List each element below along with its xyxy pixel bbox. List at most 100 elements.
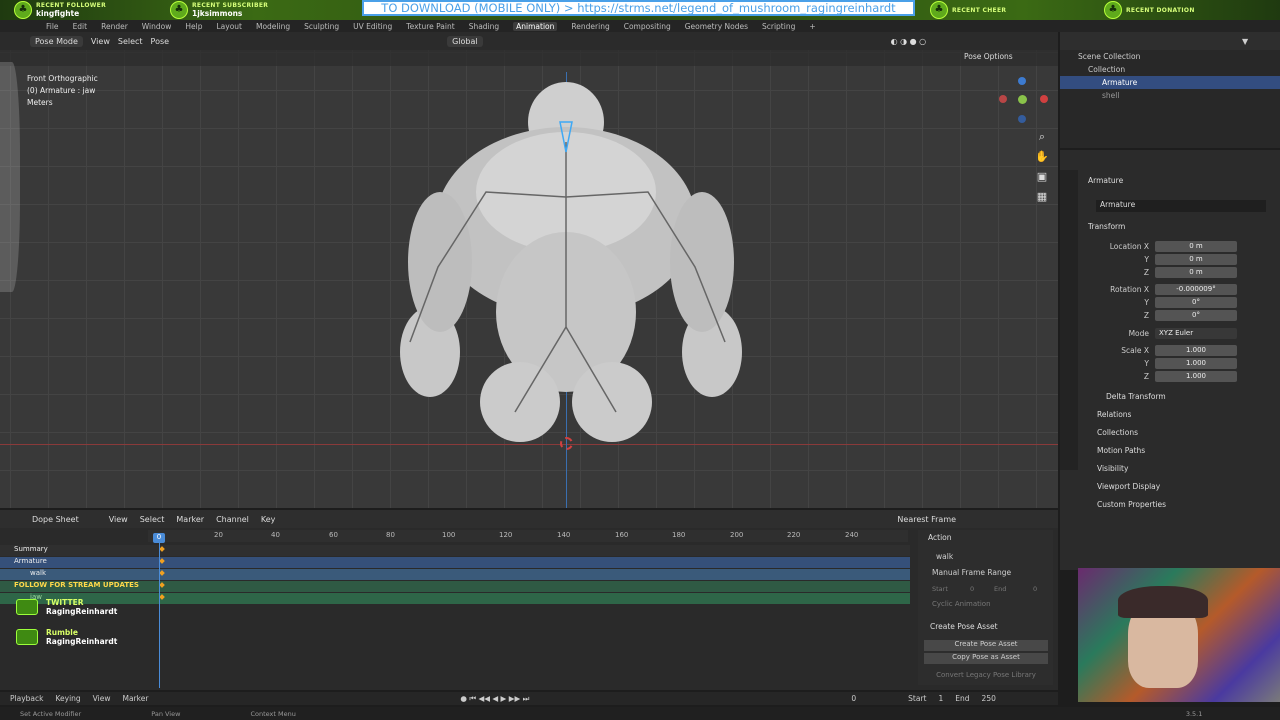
current-frame-field[interactable]: 0 [851, 694, 856, 703]
create-pose-title[interactable]: Create Pose Asset [930, 622, 998, 631]
outliner-item-armature[interactable]: Armature [1060, 76, 1280, 89]
object-name-field[interactable]: Armature [1096, 200, 1266, 212]
pan-hand-icon[interactable]: ✋ [1034, 150, 1050, 166]
create-pose-asset-button[interactable]: Create Pose Asset [924, 640, 1048, 651]
outliner-item-scene-collection[interactable]: Scene Collection [1060, 50, 1280, 63]
menu-key[interactable]: Key [261, 515, 276, 524]
convert-legacy-button[interactable]: Convert Legacy Pose Library [924, 671, 1048, 682]
panel-delta-transform[interactable]: Delta Transform [1106, 392, 1166, 401]
tab-layout[interactable]: Layout [216, 22, 242, 31]
add-workspace-icon[interactable]: + [809, 22, 815, 31]
manual-frame-range-checkbox[interactable]: Manual Frame Range [932, 568, 1011, 577]
cyclic-animation-checkbox[interactable]: Cyclic Animation [932, 600, 991, 608]
social-platform: Rumble [46, 628, 78, 637]
tick: 140 [557, 531, 571, 539]
camera-icon[interactable]: ▣ [1034, 170, 1050, 186]
menu-edit[interactable]: Edit [73, 22, 88, 31]
current-frame-badge[interactable]: 0 [153, 533, 165, 543]
tab-modeling[interactable]: Modeling [256, 22, 290, 31]
3d-cursor[interactable] [560, 437, 573, 450]
rotation-y-field[interactable]: 0° [1155, 296, 1237, 308]
shading-icons[interactable]: ◐ ◑ ● ○ [891, 37, 927, 46]
location-x-field[interactable]: 0 m [1155, 240, 1237, 252]
channel-summary[interactable]: Summary [0, 545, 910, 556]
outliner-item-shell[interactable]: shell [1060, 89, 1280, 102]
social-name: RagingReinhardt [46, 637, 118, 646]
tick: 200 [730, 531, 744, 539]
start-frame-field[interactable]: 1 [939, 694, 944, 703]
menu-window[interactable]: Window [142, 22, 172, 31]
scale-y-field[interactable]: 1.000 [1155, 357, 1237, 369]
menu-channel[interactable]: Channel [216, 515, 249, 524]
location-y-field[interactable]: 0 m [1155, 253, 1237, 265]
menu-render[interactable]: Render [101, 22, 128, 31]
rotation-z-field[interactable]: 0° [1155, 309, 1237, 321]
menu-playback[interactable]: Playback [10, 694, 43, 703]
tab-geometry-nodes[interactable]: Geometry Nodes [685, 22, 748, 31]
panel-relations[interactable]: Relations [1097, 410, 1131, 419]
menu-view[interactable]: View [91, 37, 110, 46]
streamer-hat [1118, 586, 1208, 618]
follow-text: FOLLOW FOR STREAM UPDATES [0, 581, 910, 592]
end-value[interactable]: 0 [1033, 585, 1037, 593]
panel-collections[interactable]: Collections [1097, 428, 1138, 437]
end-frame-field[interactable]: 250 [982, 694, 996, 703]
panel-visibility[interactable]: Visibility [1097, 464, 1128, 473]
grid-icon[interactable]: ▦ [1034, 190, 1050, 206]
character-model[interactable] [370, 82, 770, 452]
menu-pose[interactable]: Pose [151, 37, 170, 46]
scale-z-field[interactable]: 1.000 [1155, 370, 1237, 382]
status-bar: Set Active Modifier Pan View Context Men… [0, 707, 1280, 720]
scale-y-row: Y 1.000 [1060, 357, 1260, 369]
scale-x-field[interactable]: 1.000 [1155, 344, 1237, 356]
action-name[interactable]: walk [936, 552, 953, 561]
tab-compositing[interactable]: Compositing [624, 22, 671, 31]
tab-texture-paint[interactable]: Texture Paint [406, 22, 454, 31]
panel-custom-properties[interactable]: Custom Properties [1097, 500, 1166, 509]
orientation-dropdown[interactable]: Global [447, 35, 483, 47]
playhead[interactable] [159, 540, 160, 688]
3d-viewport[interactable]: Pose Mode View Select Pose Global ◐ ◑ ● … [0, 32, 1058, 508]
tab-sculpting[interactable]: Sculpting [304, 22, 339, 31]
menu-keying[interactable]: Keying [55, 694, 80, 703]
menu-marker[interactable]: Marker [122, 694, 148, 703]
start-value[interactable]: 0 [970, 585, 974, 593]
copy-pose-button[interactable]: Copy Pose as Asset [924, 653, 1048, 664]
transform-panel-header[interactable]: Transform [1088, 222, 1125, 231]
tab-animation[interactable]: Animation [513, 21, 558, 31]
channel-jaw[interactable]: jaw [0, 593, 910, 604]
rotation-mode-dropdown[interactable]: XYZ Euler [1155, 327, 1237, 339]
menu-help[interactable]: Help [185, 22, 202, 31]
panel-motion-paths[interactable]: Motion Paths [1097, 446, 1145, 455]
playback-controls[interactable]: ● ⏮ ◀◀ ◀ ▶ ▶▶ ⏭ [460, 694, 529, 704]
tab-shading[interactable]: Shading [469, 22, 499, 31]
pose-mode-dropdown[interactable]: Pose Mode [30, 35, 83, 47]
menu-view[interactable]: View [93, 694, 111, 703]
location-x-row: Location X0 m [1060, 240, 1260, 252]
menu-select[interactable]: Select [118, 37, 143, 46]
menu-file[interactable]: File [46, 22, 59, 31]
status-left: Set Active Modifier [20, 709, 82, 718]
action-title[interactable]: Action [928, 533, 952, 542]
outliner-item-collection[interactable]: Collection [1060, 63, 1280, 76]
tab-scripting[interactable]: Scripting [762, 22, 795, 31]
filter-icon[interactable]: ▼ [1242, 37, 1248, 46]
menu-view[interactable]: View [109, 515, 128, 524]
panel-viewport-display[interactable]: Viewport Display [1097, 482, 1160, 491]
channel-armature[interactable]: Armature [0, 557, 910, 568]
properties-tabs[interactable] [1060, 170, 1078, 470]
frame-ruler[interactable]: 20 40 60 80 100 120 140 160 180 200 220 … [148, 530, 908, 542]
location-z-field[interactable]: 0 m [1155, 266, 1237, 278]
tab-uv-editing[interactable]: UV Editing [353, 22, 392, 31]
editor-mode-dropdown[interactable]: Dope Sheet [32, 515, 79, 524]
tab-rendering[interactable]: Rendering [571, 22, 609, 31]
menu-marker[interactable]: Marker [176, 515, 204, 524]
pose-options-button[interactable]: Pose Options [964, 52, 1013, 61]
zoom-icon[interactable]: ⌕ [1034, 130, 1050, 146]
mushroom-icon: ♣ [930, 1, 948, 19]
channel-walk[interactable]: walk [0, 569, 910, 580]
rotation-x-field[interactable]: -0.000009° [1155, 283, 1237, 295]
menu-select[interactable]: Select [140, 515, 165, 524]
snap-dropdown[interactable]: Nearest Frame [897, 515, 956, 524]
navigation-gizmo[interactable] [998, 77, 1048, 127]
